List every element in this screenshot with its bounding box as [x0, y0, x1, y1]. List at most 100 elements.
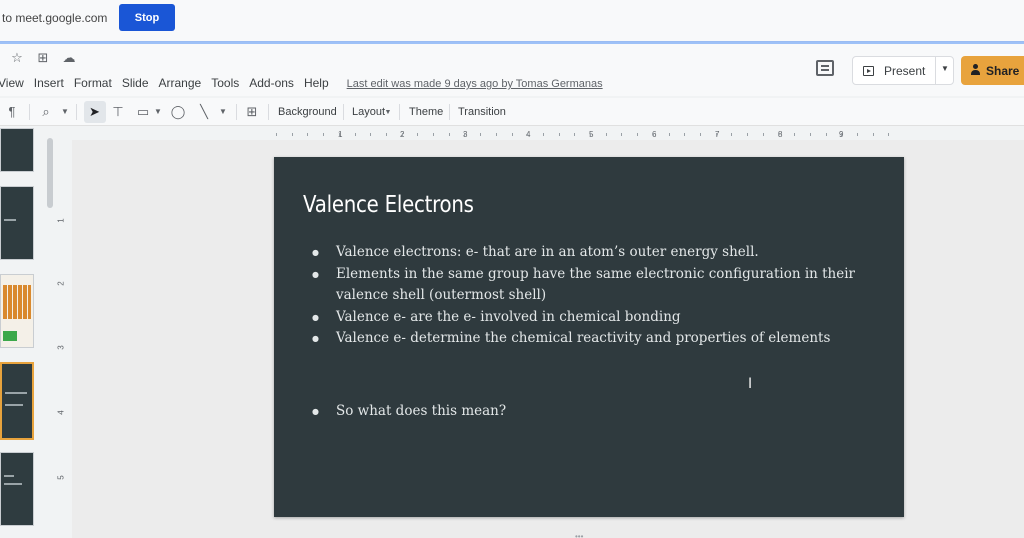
menu-format[interactable]: Format [74, 76, 112, 90]
menu-bar: View Insert Format Slide Arrange Tools Add-ons… [0, 74, 603, 92]
ruler-tick [888, 133, 890, 136]
share-label: Share [986, 64, 1020, 78]
menu-arrange[interactable]: Arrange [159, 76, 202, 90]
line-icon[interactable]: ╲ [196, 104, 212, 120]
ruler-number: 4 [56, 410, 66, 415]
bullet-list[interactable]: Valence electrons: e- that are in an ato… [312, 242, 872, 422]
last-edit-link[interactable]: Last edit was made 9 days ago by Tomas G… [347, 78, 603, 90]
ruler-tick [291, 133, 293, 136]
ruler-tick [417, 133, 419, 136]
menu-insert[interactable]: Insert [34, 76, 64, 90]
ruler-tick [307, 133, 309, 136]
bullet-item[interactable]: Valence e- determine the chemical reacti… [312, 328, 872, 350]
ruler-tick [590, 133, 591, 136]
image-icon[interactable]: ▭ [135, 104, 151, 120]
shape-icon[interactable]: ◯ [170, 104, 186, 120]
transition-button[interactable]: Transition [458, 106, 506, 118]
ruler-tick [762, 133, 764, 136]
thumbnail-periodic-table [3, 285, 31, 319]
slide-thumbnail[interactable] [0, 186, 34, 260]
ruler-tick [825, 133, 827, 136]
ruler-tick [856, 133, 858, 136]
select-tool-button[interactable]: ➤ [84, 101, 106, 123]
slide-thumbnail[interactable] [0, 128, 34, 172]
ruler-tick [323, 133, 325, 136]
toolbar-divider [236, 104, 237, 120]
star-icon[interactable]: ☆ [9, 50, 25, 66]
ruler-tick [527, 133, 529, 136]
toolbar-divider [399, 104, 400, 120]
theme-button[interactable]: Theme [409, 106, 443, 118]
ruler-tick [480, 133, 482, 136]
ruler-tick [385, 133, 387, 136]
cloud-status-icon: ☁ [62, 50, 76, 65]
move-to-folder-icon[interactable]: ⊞ [35, 50, 51, 66]
ruler-tick [276, 133, 277, 136]
thumbnail-text [4, 475, 14, 477]
cursor-icon: ➤ [89, 104, 100, 119]
slide-title[interactable]: Valence Electrons [303, 192, 474, 218]
chevron-down-icon[interactable]: ▼ [60, 104, 70, 120]
menu-tools[interactable]: Tools [211, 76, 239, 90]
comment-history-icon[interactable] [816, 60, 834, 76]
ruler-tick [684, 133, 686, 136]
layout-button[interactable]: Layout [352, 106, 385, 118]
ruler-tick [699, 133, 701, 136]
menu-add-ons[interactable]: Add-ons [249, 76, 294, 90]
filmstrip-scrollbar[interactable] [47, 138, 53, 208]
present-divider [935, 57, 936, 84]
bullet-item[interactable]: Elements in the same group have the same… [312, 264, 872, 307]
bullet-item[interactable]: Valence e- are the e- involved in chemic… [312, 307, 872, 329]
text-box-icon[interactable]: ⊤ [110, 104, 126, 120]
zoom-icon[interactable]: ⌕ [38, 104, 54, 120]
ruler-tick [809, 133, 811, 136]
share-banner-text: to meet.google.com [2, 11, 108, 25]
toolbar-divider [29, 104, 30, 120]
bullet-item[interactable]: Valence electrons: e- that are in an ato… [312, 242, 872, 264]
present-label: Present [884, 64, 926, 78]
toolbar-divider [268, 104, 269, 120]
thumbnail-text [4, 219, 16, 221]
ruler-tick [794, 133, 796, 136]
ruler-tick [401, 133, 403, 136]
present-icon [863, 66, 874, 76]
ruler-tick [621, 133, 623, 136]
ruler-tick [338, 133, 340, 136]
vertical-ruler: 1 2 3 4 5 [56, 140, 70, 538]
ruler-tick [354, 133, 356, 136]
chevron-down-icon[interactable]: ▼ [384, 105, 392, 121]
chevron-down-icon[interactable]: ▼ [218, 104, 228, 120]
ruler-tick [433, 133, 434, 136]
ruler-tick [574, 133, 576, 136]
toolbar-divider [449, 104, 450, 120]
ruler-tick [448, 133, 450, 136]
present-button[interactable]: Present ▼ [852, 56, 954, 85]
ruler-tick [542, 133, 544, 136]
add-comment-icon[interactable]: ⊞ [244, 104, 260, 120]
slide-thumbnail[interactable] [0, 452, 34, 526]
menu-view[interactable]: View [0, 76, 24, 90]
drag-handle-icon[interactable]: ••• [575, 532, 595, 538]
paint-format-icon[interactable]: ¶ [4, 104, 20, 120]
ruler-number: 5 [56, 475, 66, 480]
ruler-tick [558, 133, 560, 136]
ruler-tick [715, 133, 717, 136]
menu-help[interactable]: Help [304, 76, 329, 90]
slide-thumbnail-current[interactable] [0, 362, 34, 440]
stop-sharing-button[interactable]: Stop [119, 4, 175, 31]
menu-slide[interactable]: Slide [122, 76, 149, 90]
thumbnail-green-block [3, 331, 17, 341]
background-button[interactable]: Background [278, 106, 337, 118]
slide-thumbnail[interactable] [0, 274, 34, 348]
slide[interactable]: Valence Electrons Valence electrons: e- … [274, 157, 904, 517]
chevron-down-icon[interactable]: ▼ [941, 64, 949, 73]
toolbar-divider [343, 104, 344, 120]
ruler-tick [370, 133, 372, 136]
screen-share-banner: to meet.google.com Stop [0, 0, 1024, 42]
share-button[interactable]: Share [961, 56, 1024, 85]
ruler-tick [747, 133, 748, 136]
bullet-item[interactable]: So what does this mean? [312, 401, 872, 423]
person-add-icon [971, 64, 980, 75]
ruler-tick [652, 133, 654, 136]
chevron-down-icon[interactable]: ▼ [153, 104, 163, 120]
